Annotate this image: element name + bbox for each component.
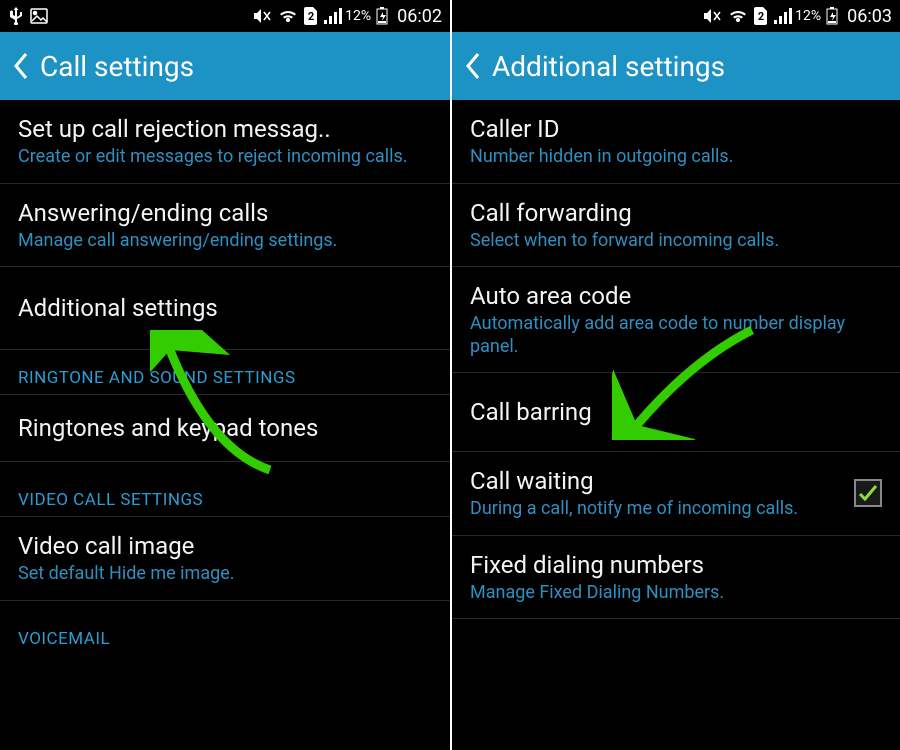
item-call-waiting[interactable]: Call waiting During a call, notify me of… <box>452 452 900 536</box>
item-title: Ringtones and keypad tones <box>18 409 432 447</box>
item-reject-messages[interactable]: Set up call rejection messag.. Create or… <box>0 100 450 184</box>
item-subtitle: During a call, notify me of incoming cal… <box>470 498 846 521</box>
item-title: Set up call rejection messag.. <box>18 114 432 144</box>
clock: 06:03 <box>847 6 892 27</box>
item-fixed-dialing[interactable]: Fixed dialing numbers Manage Fixed Diali… <box>452 536 900 620</box>
header: Additional settings <box>452 32 900 100</box>
settings-list: Caller ID Number hidden in outgoing call… <box>452 100 900 750</box>
settings-list: Set up call rejection messag.. Create or… <box>0 100 450 750</box>
item-call-forwarding[interactable]: Call forwarding Select when to forward i… <box>452 184 900 268</box>
wifi-icon <box>278 8 298 24</box>
item-subtitle: Select when to forward incoming calls. <box>470 230 882 253</box>
item-title: Video call image <box>18 531 432 561</box>
battery-percentage: 12% <box>795 8 821 24</box>
status-bar: 2 12% 06:03 <box>452 0 900 32</box>
item-title: Fixed dialing numbers <box>470 550 882 580</box>
status-bar: 2 12% 06:02 <box>0 0 450 32</box>
back-icon[interactable] <box>464 51 482 81</box>
screen-call-settings: 2 12% 06:02 Call settings Set up call re… <box>0 0 450 750</box>
item-subtitle: Number hidden in outgoing calls. <box>470 146 882 169</box>
item-title: Auto area code <box>470 281 882 311</box>
page-title: Call settings <box>40 50 194 83</box>
item-title: Additional settings <box>18 289 432 327</box>
usb-icon <box>8 7 24 25</box>
item-title: Caller ID <box>470 114 882 144</box>
section-voicemail: VOICEMAIL <box>0 601 450 655</box>
wifi-icon <box>728 8 748 24</box>
item-title: Answering/ending calls <box>18 198 432 228</box>
screen-additional-settings: 2 12% 06:03 Additional settings Caller I… <box>450 0 900 750</box>
header: Call settings <box>0 32 450 100</box>
mute-icon <box>701 8 723 24</box>
item-title: Call waiting <box>470 466 846 496</box>
item-caller-id[interactable]: Caller ID Number hidden in outgoing call… <box>452 100 900 184</box>
item-subtitle: Automatically add area code to number di… <box>470 313 882 358</box>
signal-icon <box>774 8 792 24</box>
mute-icon <box>251 8 273 24</box>
item-subtitle: Manage Fixed Dialing Numbers. <box>470 582 882 605</box>
item-auto-area-code[interactable]: Auto area code Automatically add area co… <box>452 267 900 373</box>
back-icon[interactable] <box>12 51 30 81</box>
svg-text:2: 2 <box>758 10 764 23</box>
item-title: Call forwarding <box>470 198 882 228</box>
section-video-call: VIDEO CALL SETTINGS <box>0 462 450 517</box>
battery-percentage: 12% <box>345 8 371 24</box>
battery-charging-icon <box>376 7 388 25</box>
section-ringtone: RINGTONE AND SOUND SETTINGS <box>0 350 450 395</box>
item-subtitle: Set default Hide me image. <box>18 563 432 586</box>
item-additional-settings[interactable]: Additional settings <box>0 267 450 350</box>
page-title: Additional settings <box>492 50 725 83</box>
item-ringtones-keypad[interactable]: Ringtones and keypad tones <box>0 395 450 462</box>
picture-icon <box>30 8 48 24</box>
item-call-barring[interactable]: Call barring <box>452 373 900 452</box>
battery-charging-icon <box>826 7 838 25</box>
svg-text:2: 2 <box>308 10 314 23</box>
sim-icon: 2 <box>753 7 769 25</box>
clock: 06:02 <box>397 6 442 27</box>
item-video-call-image[interactable]: Video call image Set default Hide me ima… <box>0 517 450 601</box>
item-title: Call barring <box>470 393 882 431</box>
item-subtitle: Manage call answering/ending settings. <box>18 230 432 253</box>
item-answering-ending[interactable]: Answering/ending calls Manage call answe… <box>0 184 450 268</box>
signal-icon <box>324 8 342 24</box>
sim-icon: 2 <box>303 7 319 25</box>
call-waiting-checkbox[interactable] <box>854 479 882 507</box>
item-subtitle: Create or edit messages to reject incomi… <box>18 146 432 169</box>
